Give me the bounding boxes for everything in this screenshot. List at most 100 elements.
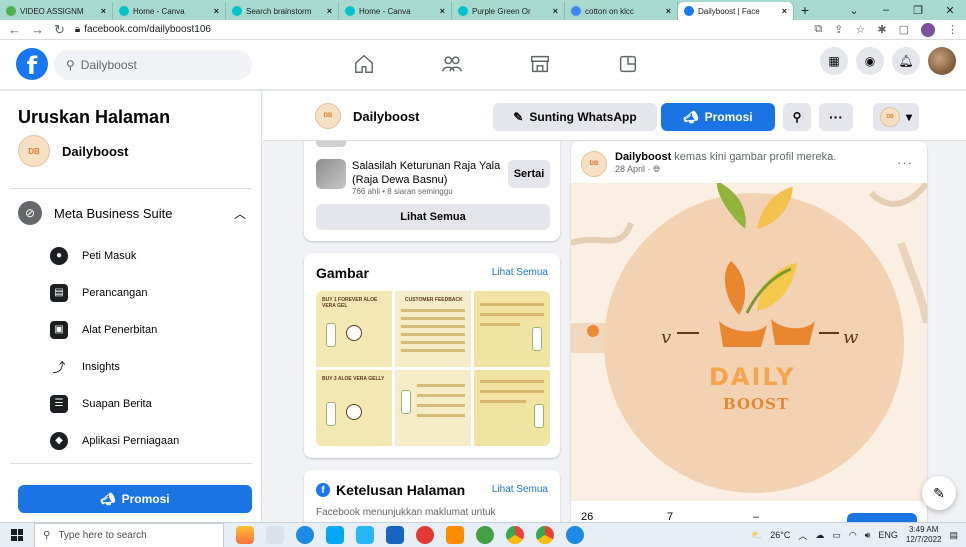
url-field[interactable]: 🔒︎ facebook.com/dailyboost106 (75, 24, 211, 35)
restore-icon[interactable]: ❐ (902, 4, 934, 17)
sidebar-promote-button[interactable]: 📣︎ Promosi (18, 485, 252, 513)
sidepanel-icon[interactable]: ▢ (899, 23, 909, 36)
page-search-button[interactable]: ⚲ (783, 103, 811, 131)
marketplace-nav-button[interactable] (496, 46, 584, 82)
edge-icon[interactable] (296, 526, 314, 544)
reload-icon[interactable]: ↻ (54, 22, 65, 38)
sidebar-item-business-apps[interactable]: ◆ Aplikasi Perniagaan (50, 422, 179, 459)
gaming-icon (619, 55, 637, 73)
close-tab-icon[interactable]: × (214, 6, 219, 16)
sidebar-item-planner[interactable]: ▤ Perancangan (50, 274, 179, 311)
post-image[interactable]: v w DAILY BOOST (571, 183, 927, 501)
mail-icon[interactable] (386, 526, 404, 544)
close-tab-icon[interactable]: × (327, 6, 332, 16)
app-icon[interactable] (416, 526, 434, 544)
post-date[interactable]: 28 April · 🌐︎ (615, 164, 836, 175)
start-button[interactable] (0, 523, 34, 547)
switch-profile-button[interactable]: DB ▾ (873, 103, 919, 131)
close-tab-icon[interactable]: × (782, 6, 787, 16)
powerpoint-icon[interactable] (446, 526, 464, 544)
promote-button[interactable]: 📣︎ Promosi (661, 103, 775, 131)
sidebar-item-publishing-tools[interactable]: ▣ Alat Penerbitan (50, 311, 179, 348)
sidebar-page-link[interactable]: DB Dailyboost (18, 135, 128, 167)
translate-icon[interactable]: ⧉ (814, 23, 822, 36)
transparency-see-all-link[interactable]: Lihat Semua (492, 484, 548, 495)
share-icon[interactable]: ⇪ (834, 23, 843, 36)
photo-thumbnail[interactable] (395, 370, 471, 446)
battery-icon[interactable]: ▭ (832, 530, 841, 541)
notifications-icon[interactable]: ▤ (949, 530, 958, 541)
close-tab-icon[interactable]: × (553, 6, 558, 16)
photos-see-all-link[interactable]: Lihat Semua (492, 267, 548, 278)
post-author[interactable]: Dailyboost (615, 151, 671, 163)
browser-tab-active[interactable]: Dailyboost | Face × (678, 2, 794, 20)
facebook-search-input[interactable]: ⚲ Dailyboost (54, 50, 252, 80)
edit-whatsapp-button[interactable]: ✎ Sunting WhatsApp (493, 103, 657, 131)
menu-grid-icon[interactable]: ▦ (820, 47, 848, 75)
photo-thumbnail[interactable]: BUY 1 FOREVER ALOE VERA GEL (316, 291, 392, 367)
photo-thumbnail[interactable]: CUSTOMER FEEDBACK (395, 291, 471, 367)
group-name[interactable]: Salasilah Keturunan Raja Yala (Raja Dewa… (352, 159, 504, 187)
post-more-options-icon[interactable]: ··· (897, 155, 913, 170)
browser-tab[interactable]: Home - Canva × (113, 2, 226, 20)
browser-tab[interactable]: Search brainstorm × (226, 2, 339, 20)
friends-nav-button[interactable] (408, 46, 496, 82)
profile-avatar[interactable] (921, 22, 935, 37)
volume-icon[interactable]: 🔊︎ (865, 530, 871, 541)
new-message-button[interactable]: ✎ (922, 476, 956, 510)
app-icon[interactable] (566, 526, 584, 544)
back-icon[interactable]: ← (8, 22, 21, 37)
close-tab-icon[interactable]: × (666, 6, 671, 16)
photo-thumbnail[interactable] (474, 370, 550, 446)
group-thumbnail[interactable] (316, 159, 346, 189)
temperature[interactable]: 26°C (770, 530, 790, 540)
extensions-icon[interactable]: ✱ (877, 23, 886, 36)
sidebar-item-news-feed[interactable]: ☰ Suapan Berita (50, 385, 179, 422)
facebook-logo-icon[interactable]: f (16, 48, 48, 80)
sidebar-item-insights[interactable]: ⤴ Insights (50, 348, 179, 385)
minimize-icon[interactable]: – (870, 4, 902, 16)
whatsapp-icon[interactable] (476, 526, 494, 544)
forward-icon[interactable]: → (31, 22, 44, 37)
bookmark-star-icon[interactable]: ☆ (856, 23, 866, 36)
home-nav-button[interactable] (320, 46, 408, 82)
cloud-icon[interactable]: ☁ (815, 530, 824, 541)
weather-widget-icon[interactable] (236, 526, 254, 544)
photo-thumbnail[interactable] (474, 291, 550, 367)
page-header-name[interactable]: DB Dailyboost (315, 103, 419, 129)
photo-thumbnail[interactable]: BUY 3 ALOE VERA GELLY (316, 370, 392, 446)
task-view-icon[interactable] (266, 526, 284, 544)
tab-search-icon[interactable]: ⌄ (838, 4, 870, 17)
close-window-icon[interactable]: ✕ (934, 4, 966, 17)
close-tab-icon[interactable]: × (440, 6, 445, 16)
browser-menu-icon[interactable]: ⋮ (947, 23, 958, 36)
store-icon[interactable] (326, 526, 344, 544)
chrome-profile-icon[interactable] (536, 526, 554, 544)
file-explorer-icon[interactable] (356, 526, 374, 544)
browser-tab[interactable]: cotton on klcc × (565, 2, 678, 20)
language[interactable]: ENG (878, 530, 898, 540)
taskbar-search-input[interactable]: ⚲ Type here to search (34, 522, 224, 547)
close-tab-icon[interactable]: × (101, 6, 106, 16)
chrome-icon[interactable] (506, 526, 524, 544)
tray-overflow-icon[interactable]: ︿ (798, 529, 807, 542)
sidebar-item-inbox[interactable]: ● Peti Masuk (50, 237, 179, 274)
meta-business-suite-toggle[interactable]: ⊘ Meta Business Suite ︿ (18, 201, 246, 225)
join-group-button[interactable]: Sertai (508, 160, 550, 188)
browser-tab[interactable]: Home - Canva × (339, 2, 452, 20)
browser-tab[interactable]: VIDEO ASSIGNM × (0, 2, 113, 20)
account-avatar[interactable] (928, 47, 956, 75)
see-all-groups-button[interactable]: Lihat Semua (316, 204, 550, 230)
product-bottle-icon (534, 404, 544, 428)
messenger-icon[interactable]: ◉ (856, 47, 884, 75)
gaming-nav-button[interactable] (584, 46, 672, 82)
new-tab-button[interactable]: + (794, 2, 816, 20)
notifications-bell-icon[interactable]: 🔔︎ (892, 47, 920, 75)
clock[interactable]: 3:49 AM 12/7/2022 (906, 525, 942, 545)
browser-tab[interactable]: Purple Green Or × (452, 2, 565, 20)
network-icon[interactable]: ◠ (849, 530, 857, 541)
daily-boost-logo-image: v w (571, 183, 927, 501)
business-apps-icon: ◆ (50, 431, 68, 450)
more-options-button[interactable]: ··· (819, 103, 853, 131)
page-avatar[interactable]: DB (581, 151, 607, 177)
